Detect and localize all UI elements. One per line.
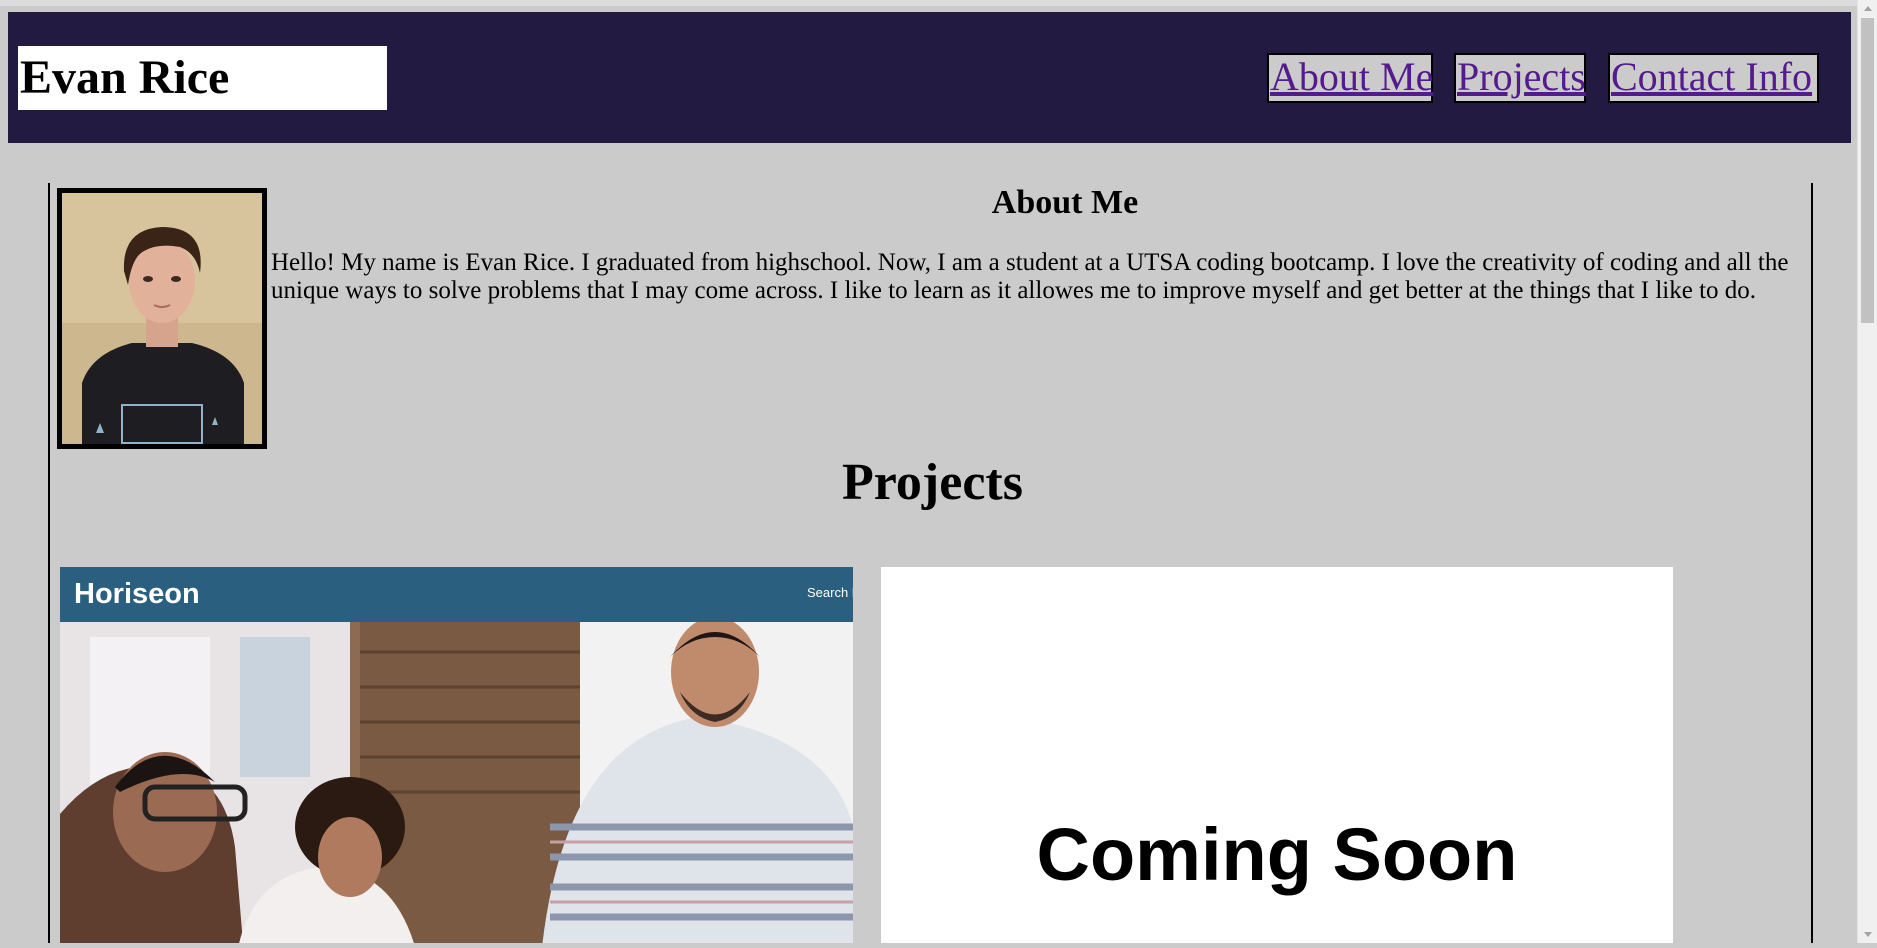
nav-link-contact-info[interactable]: Contact Info — [1608, 53, 1819, 103]
horiseon-search-text: Search E — [807, 585, 853, 600]
horiseon-preview-image — [60, 617, 853, 943]
scrollbar-thumb[interactable] — [1861, 18, 1874, 323]
projects-heading: Projects — [842, 454, 1023, 511]
horiseon-logo-text: Horiseon — [74, 578, 200, 610]
profile-photo — [57, 188, 267, 449]
horiseon-header-bar: Horiseon Search E — [60, 567, 853, 622]
coming-soon-text: Coming Soon — [1036, 813, 1518, 896]
nav-link-about-me[interactable]: About Me — [1267, 53, 1433, 103]
profile-photo-image — [62, 193, 262, 444]
vertical-scrollbar[interactable] — [1857, 0, 1877, 943]
nav-link-projects[interactable]: Projects — [1454, 53, 1586, 103]
top-strip — [0, 0, 1857, 6]
site-title: Evan Rice — [18, 46, 387, 110]
about-me-heading: About Me — [991, 184, 1139, 221]
project-card-coming-soon[interactable]: Coming Soon — [881, 567, 1673, 943]
main-content: About Me Hello! My name is Evan Rice. I … — [48, 183, 1813, 943]
project-card-horiseon[interactable]: Horiseon Search E — [60, 567, 853, 943]
about-me-text: Hello! My name is Evan Rice. I graduated… — [271, 249, 1789, 304]
scroll-down-arrow-icon[interactable] — [1858, 926, 1877, 943]
page-viewport: Evan Rice About Me Projects Contact Info… — [0, 0, 1857, 943]
scroll-up-arrow-icon[interactable] — [1858, 0, 1877, 17]
site-header: Evan Rice About Me Projects Contact Info — [8, 12, 1851, 143]
